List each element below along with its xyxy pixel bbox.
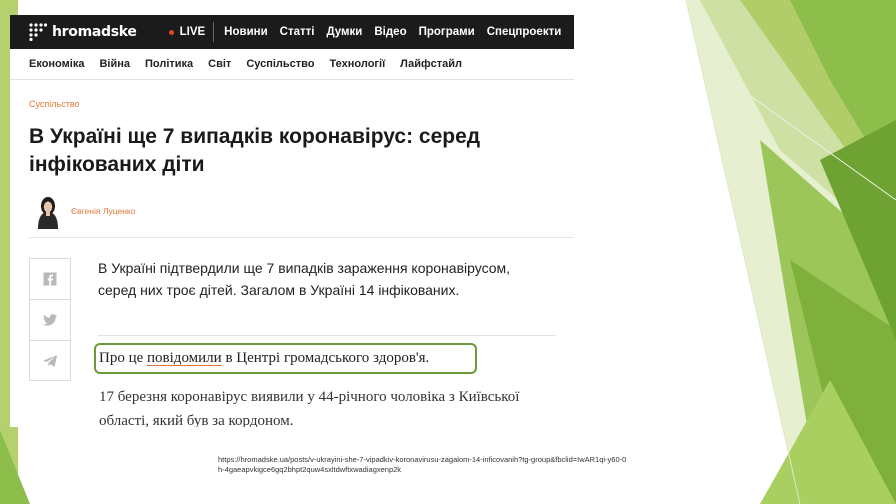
author-name[interactable]: Євгенія Луценко [71, 206, 135, 216]
paragraph-text: Про це [99, 350, 148, 366]
section-nav-item[interactable]: Лайфстайл [400, 58, 462, 70]
live-dot-icon [168, 29, 174, 35]
section-nav: Економіка Війна Політика Світ Суспільств… [10, 49, 574, 80]
share-twitter-button[interactable] [30, 300, 70, 341]
top-nav: LIVE Новини Статті Думки Відео Програми … [168, 22, 564, 42]
source-url[interactable]: https://hromadske.ua/posts/v-ukrayini-sh… [218, 455, 628, 475]
live-link[interactable]: LIVE [168, 22, 215, 42]
section-nav-item[interactable]: Економіка [29, 58, 84, 70]
top-nav-item[interactable]: Новини [224, 26, 267, 38]
section-nav-item[interactable]: Суспільство [246, 58, 314, 70]
author-avatar [33, 195, 63, 229]
share-facebook-button[interactable] [30, 259, 70, 300]
hromadske-logo-icon [29, 23, 48, 42]
top-nav-item[interactable]: Думки [326, 26, 362, 38]
article-paragraph: Про це повідомили в Центрі громадського … [99, 350, 429, 367]
facebook-icon [43, 272, 57, 286]
top-nav-item[interactable]: Програми [419, 26, 475, 38]
section-nav-item[interactable]: Світ [208, 58, 231, 70]
article-category[interactable]: Суспільство [29, 99, 80, 109]
top-nav-item[interactable]: Статті [280, 26, 315, 38]
top-nav-item[interactable]: Спецпроекти [487, 26, 562, 38]
section-nav-item[interactable]: Політика [145, 58, 193, 70]
telegram-icon [43, 355, 57, 367]
paragraph-text: в Центрі громадського здоров'я. [221, 350, 430, 366]
article-paragraph: 17 березня коронавірус виявили у 44-річн… [99, 389, 520, 427]
divider [29, 237, 574, 238]
top-navigation-bar: hromadske LIVE Новини Статті Думки Відео… [10, 15, 574, 49]
section-nav-item[interactable]: Технології [330, 58, 386, 70]
source-link[interactable]: повідомили [147, 350, 222, 366]
divider [98, 335, 556, 336]
site-logo[interactable]: hromadske [28, 22, 137, 42]
live-label: LIVE [179, 26, 206, 38]
section-nav-item[interactable]: Війна [99, 58, 130, 70]
share-telegram-button[interactable] [30, 341, 70, 381]
share-panel [29, 258, 71, 381]
top-nav-item[interactable]: Відео [374, 26, 406, 38]
article-headline: В Україні ще 7 випадків коронавірус: сер… [29, 125, 481, 176]
logo-text: hromadske [52, 24, 137, 40]
article-lead: В Україні підтвердили ще 7 випадків зара… [98, 260, 511, 298]
article-screenshot: hromadske LIVE Новини Статті Думки Відео… [10, 15, 574, 427]
twitter-icon [43, 314, 57, 326]
